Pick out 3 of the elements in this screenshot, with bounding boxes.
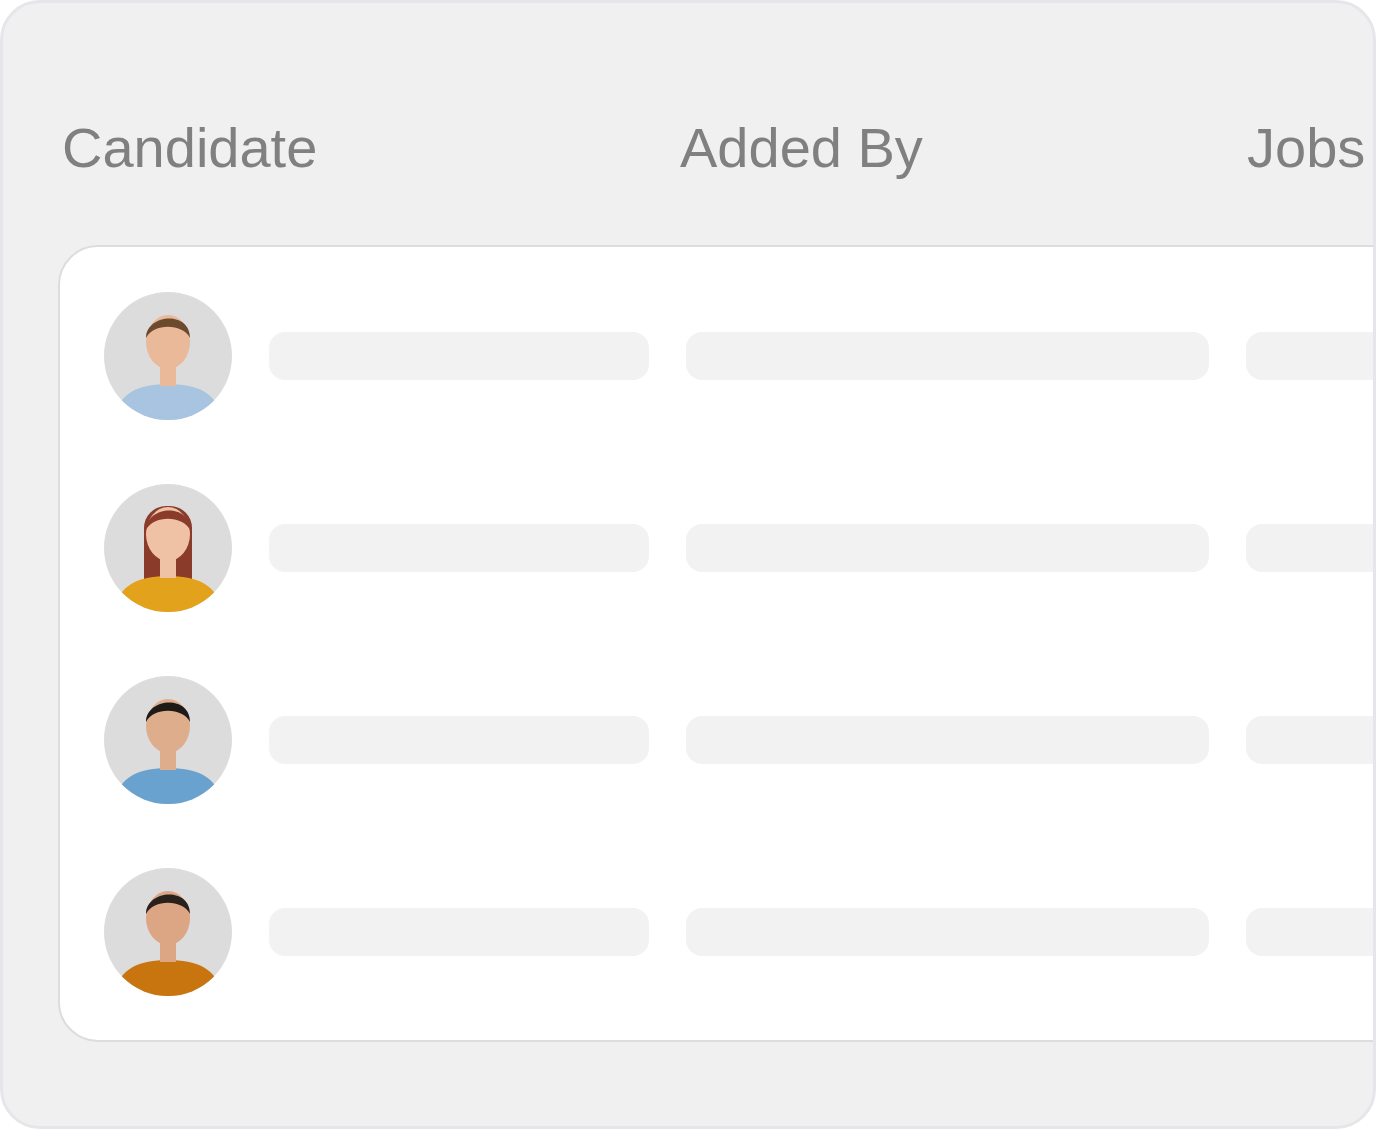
column-header: Jobs [1247, 115, 1366, 181]
column-header: Added By [680, 115, 924, 181]
column-header: Candidate [62, 115, 319, 181]
